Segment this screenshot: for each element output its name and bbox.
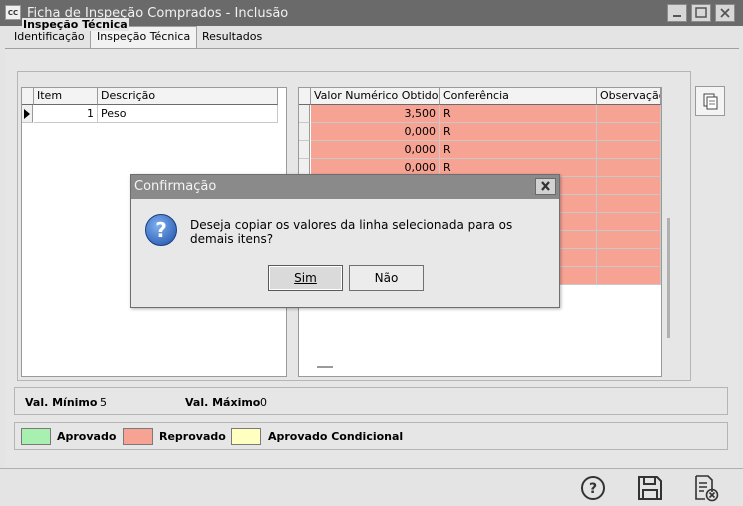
yes-button[interactable]: Sim [268, 265, 343, 291]
dialog-title: Confirmação [131, 175, 559, 199]
cell-observacao[interactable] [597, 105, 661, 123]
cell-observacao[interactable] [597, 231, 661, 249]
close-icon [720, 8, 730, 18]
vertical-scrollbar[interactable] [667, 218, 670, 338]
copy-button[interactable] [695, 86, 725, 116]
cell-observacao[interactable] [597, 195, 661, 213]
help-button[interactable]: ? [579, 474, 607, 502]
tab-resultados[interactable]: Resultados [196, 27, 268, 48]
cell-observacao[interactable] [597, 123, 661, 141]
save-icon [638, 476, 662, 500]
cell-descricao[interactable]: Peso [98, 105, 278, 123]
row-indicator [299, 141, 310, 159]
dialog-close-button[interactable] [535, 178, 556, 195]
yes-button-label: Sim [294, 271, 317, 285]
no-button[interactable]: Não [349, 265, 424, 291]
cell-observacao[interactable] [597, 159, 661, 177]
col-header-valor[interactable]: Valor Numérico Obtido [311, 88, 440, 105]
no-button-label: Não [374, 271, 399, 285]
cell-observacao[interactable] [597, 267, 661, 285]
legend-label-aprovado: Aprovado [57, 430, 117, 443]
minimize-button[interactable] [667, 4, 687, 22]
question-icon: ? [145, 214, 177, 246]
cell-item[interactable]: 1 [34, 105, 98, 123]
copy-icon [703, 93, 718, 110]
cell-observacao[interactable] [597, 249, 661, 267]
legend-panel: Aprovado Reprovado Aprovado Condicional [14, 422, 728, 450]
cell-conferencia[interactable]: R [440, 141, 597, 159]
cancel-document-icon [695, 475, 719, 502]
cell-valor[interactable]: 0,000 [311, 123, 440, 141]
grid-corner [22, 88, 34, 105]
row-indicator [299, 105, 310, 123]
min-value-label: Val. Mínimo [25, 396, 98, 409]
cell-conferencia[interactable]: R [440, 105, 597, 123]
col-header-item[interactable]: Item [34, 88, 98, 105]
cancel-button[interactable] [692, 474, 720, 502]
save-button[interactable] [636, 474, 664, 502]
maximize-icon [695, 7, 707, 18]
current-row-arrow-icon [24, 109, 30, 119]
legend-label-reprovado: Reprovado [159, 430, 226, 443]
col-header-descricao[interactable]: Descrição [98, 88, 278, 105]
legend-label-aprovado-condicional: Aprovado Condicional [268, 430, 404, 443]
confirmation-dialog: Confirmação ? Deseja copiar os valores d… [130, 174, 560, 308]
close-button[interactable] [715, 4, 735, 22]
svg-text:?: ? [589, 481, 597, 497]
cell-observacao[interactable] [597, 177, 661, 195]
max-value: 0 [260, 396, 267, 409]
bottom-toolbar: ? [0, 468, 743, 506]
legend-swatch-aprovado [21, 428, 51, 445]
cell-valor[interactable]: 0,000 [311, 141, 440, 159]
help-icon: ? [581, 476, 605, 500]
min-value: 5 [100, 396, 107, 409]
cell-observacao[interactable] [597, 213, 661, 231]
row-indicator [22, 105, 33, 123]
cell-valor[interactable]: 3,500 [311, 105, 440, 123]
max-value-label: Val. Máximo [185, 396, 261, 409]
horizontal-scrollbar[interactable] [317, 366, 333, 368]
legend-swatch-aprovado-condicional [231, 428, 261, 445]
limits-panel: Val. Mínimo 5 Val. Máximo 0 [14, 387, 728, 415]
close-icon [541, 181, 550, 191]
grid-corner [299, 88, 311, 105]
cell-observacao[interactable] [597, 141, 661, 159]
minimize-icon [673, 15, 681, 17]
app-icon: CC [5, 5, 21, 20]
legend-swatch-reprovado [123, 428, 153, 445]
maximize-button[interactable] [691, 4, 711, 22]
dialog-message: Deseja copiar os valores da linha seleci… [190, 218, 513, 246]
group-title: Inspeção Técnica [22, 18, 129, 31]
cell-conferencia[interactable]: R [440, 123, 597, 141]
row-indicator [299, 123, 310, 141]
col-header-observacao[interactable]: Observação [597, 88, 661, 105]
col-header-conferencia[interactable]: Conferência [440, 88, 597, 105]
